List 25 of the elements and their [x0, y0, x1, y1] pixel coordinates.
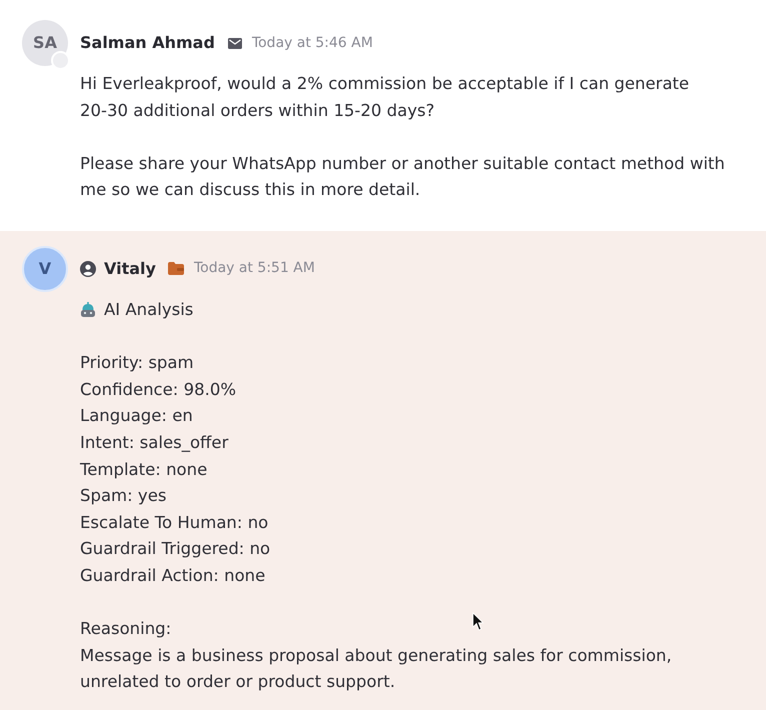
analysis-field: Priority: spam: [80, 350, 194, 377]
sender-name: Vitaly: [104, 258, 156, 280]
analysis-field: Template: none: [80, 456, 208, 484]
robot-icon: [80, 302, 96, 318]
analysis-field: Guardrail Triggered: no: [80, 536, 270, 563]
sender-name: Salman Ahmad: [80, 32, 215, 54]
analysis-field: Intent: sales_offer: [80, 430, 228, 457]
analysis-field: Language: en: [80, 403, 193, 430]
message-text: Please share your WhatsApp number or another suitable contact method with me so we can discuss this in more detail.: [80, 152, 726, 202]
analysis-field: Confidence: 98.0%: [80, 376, 236, 404]
timestamp: Today at 5:51 AM: [194, 259, 315, 278]
analysis-field: Escalate To Human: no: [80, 510, 268, 536]
message-text: Hi Everleakproof, would a 2% commission be acceptable if I can generate 20-30 additional orders within 15-20 days?: [80, 73, 690, 122]
analysis-field: Guardrail Action: none: [80, 562, 266, 590]
envelope-icon: [228, 38, 242, 48]
mouse-pointer-icon: [472, 612, 484, 631]
analysis-title: AI Analysis: [104, 298, 194, 321]
avatar: SA: [22, 20, 68, 66]
avatar: V: [22, 246, 68, 292]
folder-icon: [168, 262, 184, 276]
reasoning-text: Message is a business proposal about generating sales for commission, unrelated to order or product support.: [80, 644, 673, 694]
reasoning-label: Reasoning:: [80, 618, 172, 640]
user-icon: [80, 260, 96, 277]
analysis-field: Spam: yes: [80, 483, 166, 510]
timestamp: Today at 5:46 AM: [252, 34, 373, 52]
